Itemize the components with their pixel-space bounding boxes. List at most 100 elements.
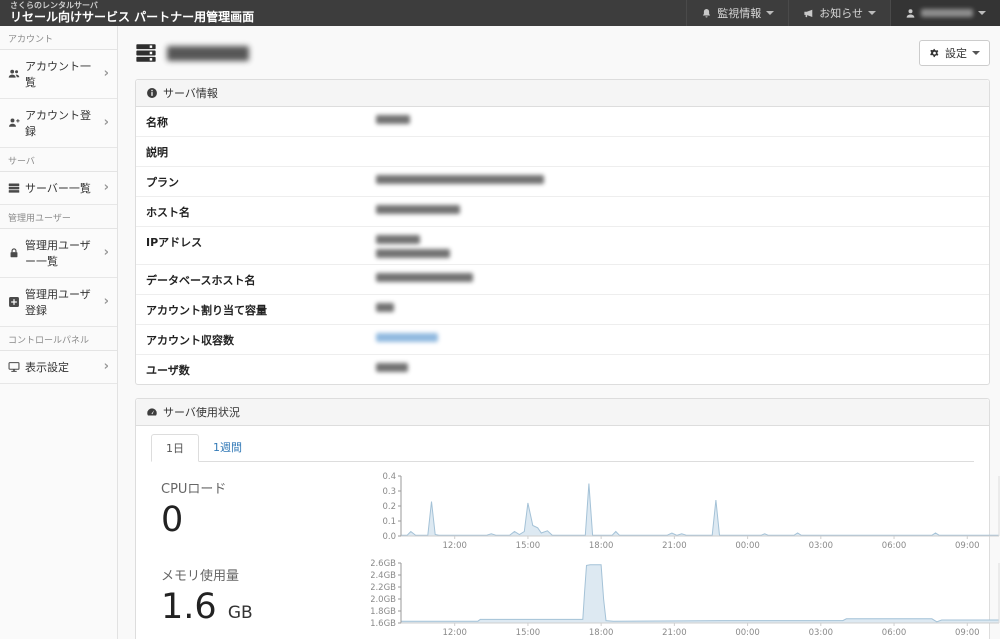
svg-text:03:00: 03:00 bbox=[809, 541, 834, 550]
bell-icon bbox=[701, 8, 712, 19]
user-icon bbox=[905, 8, 916, 19]
info-row-1: 説明 bbox=[136, 137, 989, 167]
server-usage-panel: サーバ使用状況 1日1週間 CPUロード 0 0.00.10.20.30.412… bbox=[135, 398, 990, 639]
info-row-label: 説明 bbox=[146, 143, 376, 160]
chevron-right-icon: › bbox=[104, 69, 109, 79]
sidebar-item-label: アカウント一覧 bbox=[25, 58, 99, 90]
caret-down-icon bbox=[868, 11, 876, 15]
users-icon bbox=[8, 68, 20, 80]
topbar-menu-label: お知らせ bbox=[819, 5, 863, 21]
topbar-menu-user[interactable] bbox=[890, 0, 1000, 26]
info-row-5: データベースホスト名 bbox=[136, 265, 989, 295]
svg-text:0.4: 0.4 bbox=[382, 472, 396, 482]
cpu-load-value: 0 bbox=[161, 501, 371, 540]
usage-tab-0[interactable]: 1日 bbox=[151, 434, 199, 462]
info-value-redacted-text bbox=[376, 363, 408, 372]
sidebar-item-label: 管理用ユーザ登録 bbox=[25, 286, 99, 318]
info-row-4: IPアドレス bbox=[136, 227, 989, 265]
info-value-redacted-text bbox=[376, 175, 544, 184]
chevron-right-icon: › bbox=[104, 297, 109, 307]
topbar-menu-item-0[interactable]: 監視情報 bbox=[686, 0, 788, 26]
usage-tabs: 1日1週間 bbox=[151, 434, 974, 462]
sidebar-item-3-0[interactable]: 表示設定 › bbox=[0, 351, 117, 384]
info-row-8: ユーザ数 bbox=[136, 355, 989, 384]
memory-usage-value: 1.6 GB bbox=[161, 588, 371, 627]
info-row-label: データベースホスト名 bbox=[146, 271, 376, 288]
info-value-redacted-link[interactable] bbox=[376, 333, 438, 342]
svg-text:0.3: 0.3 bbox=[382, 487, 396, 497]
info-value-redacted-text bbox=[376, 249, 450, 258]
svg-text:21:00: 21:00 bbox=[662, 628, 687, 637]
cpu-load-summary: CPUロード 0 bbox=[146, 472, 371, 540]
plus-icon bbox=[8, 296, 20, 308]
server-info-rows: 名称説明プランホスト名IPアドレスデータベースホスト名アカウント割り当て容量アカ… bbox=[136, 107, 989, 384]
memory-usage-chart: 1.6GB1.8GB2.0GB2.2GB2.4GB2.6GB12:0015:00… bbox=[371, 559, 1000, 637]
svg-text:1.6GB: 1.6GB bbox=[371, 619, 396, 629]
memory-usage-label: メモリ使用量 bbox=[161, 565, 371, 584]
page-title-redacted-text bbox=[167, 46, 249, 61]
lock-icon bbox=[8, 247, 20, 259]
server-usage-panel-heading: サーバ使用状況 bbox=[136, 399, 989, 426]
sidebar-section-title-2: 管理用ユーザー bbox=[0, 205, 117, 229]
svg-text:0.1: 0.1 bbox=[382, 517, 396, 527]
chevron-right-icon: › bbox=[104, 183, 109, 193]
settings-button-label: 設定 bbox=[945, 45, 967, 61]
sidebar-section-title-0: アカウント bbox=[0, 26, 117, 50]
memory-usage-number: 1.6 bbox=[161, 587, 217, 627]
svg-text:18:00: 18:00 bbox=[589, 628, 614, 637]
topbar-menus: 監視情報 お知らせ bbox=[686, 0, 1000, 26]
info-row-label: IPアドレス bbox=[146, 233, 376, 250]
svg-text:15:00: 15:00 bbox=[516, 541, 541, 550]
server-icon bbox=[8, 182, 20, 194]
info-value-redacted-text bbox=[376, 115, 410, 124]
info-icon bbox=[146, 87, 158, 99]
server-info-panel-heading: サーバ情報 bbox=[136, 80, 989, 107]
svg-text:15:00: 15:00 bbox=[516, 628, 541, 637]
memory-usage-summary: メモリ使用量 1.6 GB bbox=[146, 559, 371, 627]
info-value-redacted-text bbox=[376, 235, 420, 244]
brand: さくらのレンタルサーバ リセール向けサービス パートナー用管理画面 bbox=[0, 0, 254, 26]
sidebar-item-0-0[interactable]: アカウント一覧 › bbox=[0, 50, 117, 99]
server-info-panel-title: サーバ情報 bbox=[163, 85, 218, 101]
sidebar-nav: アカウントアカウント一覧›アカウント登録›サーバサーバー一覧›管理用ユーザー管理… bbox=[0, 26, 118, 639]
caret-down-icon bbox=[972, 51, 980, 55]
display-icon bbox=[8, 361, 20, 373]
svg-text:1.8GB: 1.8GB bbox=[371, 607, 396, 617]
svg-text:2.2GB: 2.2GB bbox=[371, 583, 396, 593]
sidebar-item-1-0[interactable]: サーバー一覧 › bbox=[0, 172, 117, 205]
settings-button[interactable]: 設定 bbox=[919, 40, 990, 66]
gauge-icon bbox=[146, 406, 158, 418]
caret-down-icon bbox=[978, 11, 986, 15]
sidebar-item-2-0[interactable]: 管理用ユーザー一覧› bbox=[0, 229, 117, 278]
gear-icon bbox=[929, 48, 940, 59]
info-row-label: アカウント割り当て容量 bbox=[146, 301, 376, 318]
sidebar-item-label: サーバー一覧 bbox=[25, 180, 91, 196]
svg-text:0.0: 0.0 bbox=[382, 532, 396, 542]
svg-text:2.0GB: 2.0GB bbox=[371, 595, 396, 605]
sidebar-item-label: 表示設定 bbox=[25, 359, 69, 375]
info-row-value bbox=[376, 301, 979, 312]
page-title bbox=[135, 42, 249, 64]
topbar-menu-item-1[interactable]: お知らせ bbox=[788, 0, 890, 26]
info-row-3: ホスト名 bbox=[136, 197, 989, 227]
cpu-load-chart: 0.00.10.20.30.412:0015:0018:0021:0000:00… bbox=[371, 472, 1000, 553]
cpu-load-row: CPUロード 0 0.00.10.20.30.412:0015:0018:002… bbox=[146, 472, 984, 553]
info-row-value bbox=[376, 271, 979, 282]
sidebar-item-0-1[interactable]: アカウント登録› bbox=[0, 99, 117, 148]
info-row-value bbox=[376, 203, 979, 214]
svg-text:06:00: 06:00 bbox=[882, 628, 907, 637]
chevron-right-icon: › bbox=[104, 248, 109, 258]
sidebar-item-2-1[interactable]: 管理用ユーザ登録 › bbox=[0, 278, 117, 327]
svg-text:03:00: 03:00 bbox=[809, 628, 834, 637]
page-header: 設定 bbox=[135, 35, 990, 71]
usage-tab-1[interactable]: 1週間 bbox=[199, 434, 256, 462]
memory-usage-unit: GB bbox=[228, 603, 253, 623]
svg-text:00:00: 00:00 bbox=[735, 541, 760, 550]
info-row-value bbox=[376, 113, 979, 124]
server-usage-panel-title: サーバ使用状況 bbox=[163, 404, 240, 420]
info-row-label: 名称 bbox=[146, 113, 376, 130]
top-navbar: さくらのレンタルサーバ リセール向けサービス パートナー用管理画面 監視情報 お知… bbox=[0, 0, 1000, 26]
chevron-right-icon: › bbox=[104, 362, 109, 372]
svg-text:06:00: 06:00 bbox=[882, 541, 907, 550]
info-row-label: ユーザ数 bbox=[146, 361, 376, 378]
